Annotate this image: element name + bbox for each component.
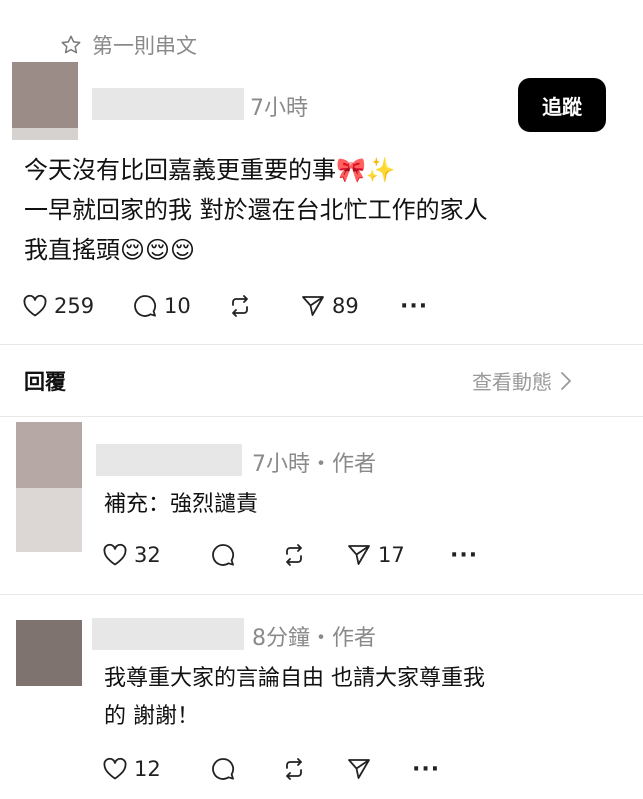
reply-avatar[interactable] bbox=[16, 422, 82, 488]
like-count: 32 bbox=[134, 543, 161, 567]
share-count: 89 bbox=[332, 294, 359, 318]
pinned-label-text: 第一則串文 bbox=[92, 34, 197, 58]
reply-author-name-redacted[interactable] bbox=[92, 618, 244, 650]
repost-arrows-icon bbox=[226, 293, 254, 319]
reply-meta: 8分鐘・作者 bbox=[252, 626, 376, 651]
share-button[interactable] bbox=[346, 756, 412, 782]
post-line: 一早就回家的我 對於還在台北忙工作的家人 bbox=[24, 196, 488, 224]
speech-bubble-icon bbox=[210, 756, 236, 782]
divider bbox=[0, 416, 643, 417]
more-options-button[interactable]: ··· bbox=[450, 543, 478, 568]
follow-button[interactable]: 追蹤 bbox=[518, 78, 606, 132]
paper-plane-icon bbox=[300, 293, 326, 319]
reply-body: 我尊重大家的言論自由 也請大家尊重我 的 謝謝！ bbox=[104, 660, 624, 736]
reply-line: 我尊重大家的言論自由 也請大家尊重我 bbox=[104, 666, 485, 691]
post-body: 今天沒有比回嘉義更重要的事🎀✨ 一早就回家的我 對於還在台北忙工作的家人 我直搖… bbox=[24, 150, 624, 270]
reply-line: 補充：強烈譴責 bbox=[104, 492, 259, 517]
like-count: 12 bbox=[134, 757, 161, 781]
star-outline-icon bbox=[60, 34, 82, 56]
reply-meta: 7小時・作者 bbox=[252, 452, 376, 477]
repost-arrows-icon bbox=[280, 756, 308, 782]
heart-outline-icon bbox=[22, 294, 48, 318]
view-activity-label: 查看動態 bbox=[472, 370, 552, 394]
author-avatar[interactable] bbox=[12, 62, 78, 138]
reply-avatar-shadow bbox=[16, 488, 82, 552]
more-options-button[interactable]: ··· bbox=[400, 294, 428, 319]
comment-button[interactable]: 10 bbox=[132, 293, 226, 319]
comment-count: 10 bbox=[164, 294, 191, 318]
share-button[interactable]: 89 bbox=[300, 293, 400, 319]
like-button[interactable]: 259 bbox=[22, 294, 132, 318]
share-button[interactable]: 17 bbox=[346, 542, 450, 568]
replies-title: 回覆 bbox=[24, 370, 66, 394]
more-dots-icon: ··· bbox=[400, 293, 429, 319]
heart-outline-icon bbox=[102, 543, 128, 567]
paper-plane-icon bbox=[346, 756, 372, 782]
repost-arrows-icon bbox=[280, 542, 308, 568]
author-name-redacted[interactable] bbox=[92, 88, 244, 120]
share-count: 17 bbox=[378, 543, 405, 567]
chevron-right-icon bbox=[560, 371, 572, 391]
more-dots-icon: ··· bbox=[412, 756, 441, 782]
post-time: 7小時 bbox=[250, 96, 308, 121]
post-line: 我直搖頭😌😌😌 bbox=[24, 236, 196, 264]
divider bbox=[0, 594, 643, 595]
repost-button[interactable] bbox=[280, 542, 346, 568]
like-count: 259 bbox=[54, 294, 95, 318]
more-dots-icon: ··· bbox=[450, 542, 479, 568]
comment-button[interactable] bbox=[210, 756, 280, 782]
view-activity-link[interactable]: 查看動態 bbox=[472, 366, 572, 395]
post-line: 今天沒有比回嘉義更重要的事🎀✨ bbox=[24, 156, 396, 184]
speech-bubble-icon bbox=[210, 542, 236, 568]
reply-action-bar: 12 ··· bbox=[102, 752, 440, 786]
divider bbox=[0, 344, 643, 345]
like-button[interactable]: 32 bbox=[102, 543, 210, 567]
avatar-shadow bbox=[12, 128, 78, 140]
repost-button[interactable] bbox=[226, 293, 300, 319]
reply-avatar[interactable] bbox=[16, 620, 82, 686]
comment-button[interactable] bbox=[210, 542, 280, 568]
like-button[interactable]: 12 bbox=[102, 757, 210, 781]
repost-button[interactable] bbox=[280, 756, 346, 782]
reply-action-bar: 32 17 ··· bbox=[102, 538, 478, 572]
reply-body: 補充：強烈譴責 bbox=[104, 486, 258, 524]
paper-plane-icon bbox=[346, 542, 372, 568]
pinned-thread-label: 第一則串文 bbox=[60, 30, 197, 60]
reply-line: 的 謝謝！ bbox=[104, 704, 199, 729]
reply-author-name-redacted[interactable] bbox=[96, 444, 242, 476]
speech-bubble-icon bbox=[132, 293, 158, 319]
post-action-bar: 259 10 89 ··· bbox=[22, 288, 428, 324]
more-options-button[interactable]: ··· bbox=[412, 757, 440, 782]
heart-outline-icon bbox=[102, 757, 128, 781]
